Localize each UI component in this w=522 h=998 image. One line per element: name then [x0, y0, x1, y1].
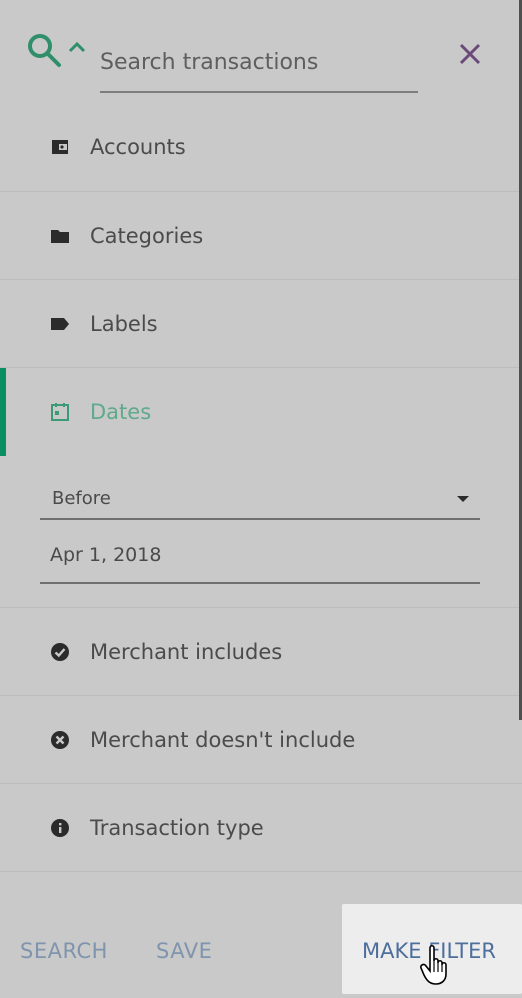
hand-cursor-icon	[420, 944, 447, 985]
search-icon[interactable]	[26, 32, 64, 70]
date-mode-select[interactable]: Before	[40, 478, 480, 520]
tag-icon	[51, 318, 69, 330]
active-indicator	[0, 368, 6, 456]
chevron-up-icon[interactable]	[67, 40, 87, 54]
menu-item-label: Labels	[90, 312, 158, 336]
wallet-icon	[52, 140, 68, 154]
menu-item-dates[interactable]: Dates	[0, 367, 522, 458]
menu-item-categories[interactable]: Categories	[0, 191, 522, 279]
menu-item-merchant-includes[interactable]: Merchant includes	[0, 607, 522, 695]
save-button[interactable]: SAVE	[156, 904, 212, 994]
menu-item-label: Categories	[90, 224, 204, 248]
search-input[interactable]	[100, 33, 418, 93]
menu-item-accounts[interactable]: Accounts	[0, 103, 522, 191]
menu-item-merchant-excludes[interactable]: Merchant doesn't include	[0, 695, 522, 783]
date-mode-value: Before	[52, 488, 111, 509]
menu-item-label: Merchant includes	[90, 640, 283, 664]
menu-item-transaction-type[interactable]: Transaction type	[0, 783, 522, 871]
menu-item-label: Transaction type	[90, 816, 264, 840]
search-button[interactable]: SEARCH	[20, 904, 108, 994]
menu-item-labels[interactable]: Labels	[0, 279, 522, 367]
x-circle-icon	[51, 731, 69, 749]
menu-item-label: Accounts	[90, 135, 186, 159]
menu-item-label: Merchant doesn't include	[90, 728, 356, 752]
check-circle-icon	[51, 643, 69, 661]
folder-icon	[51, 230, 69, 243]
menu-item-label: Dates	[90, 400, 152, 424]
menu-divider	[0, 871, 522, 904]
date-value: Apr 1, 2018	[50, 544, 162, 566]
info-circle-icon	[51, 819, 69, 837]
date-filter-panel: Before Apr 1, 2018	[0, 458, 522, 608]
date-input[interactable]: Apr 1, 2018	[40, 534, 480, 584]
search-header	[0, 0, 522, 104]
calendar-icon	[51, 403, 69, 421]
caret-down-icon	[457, 496, 469, 502]
close-icon[interactable]	[456, 40, 484, 68]
